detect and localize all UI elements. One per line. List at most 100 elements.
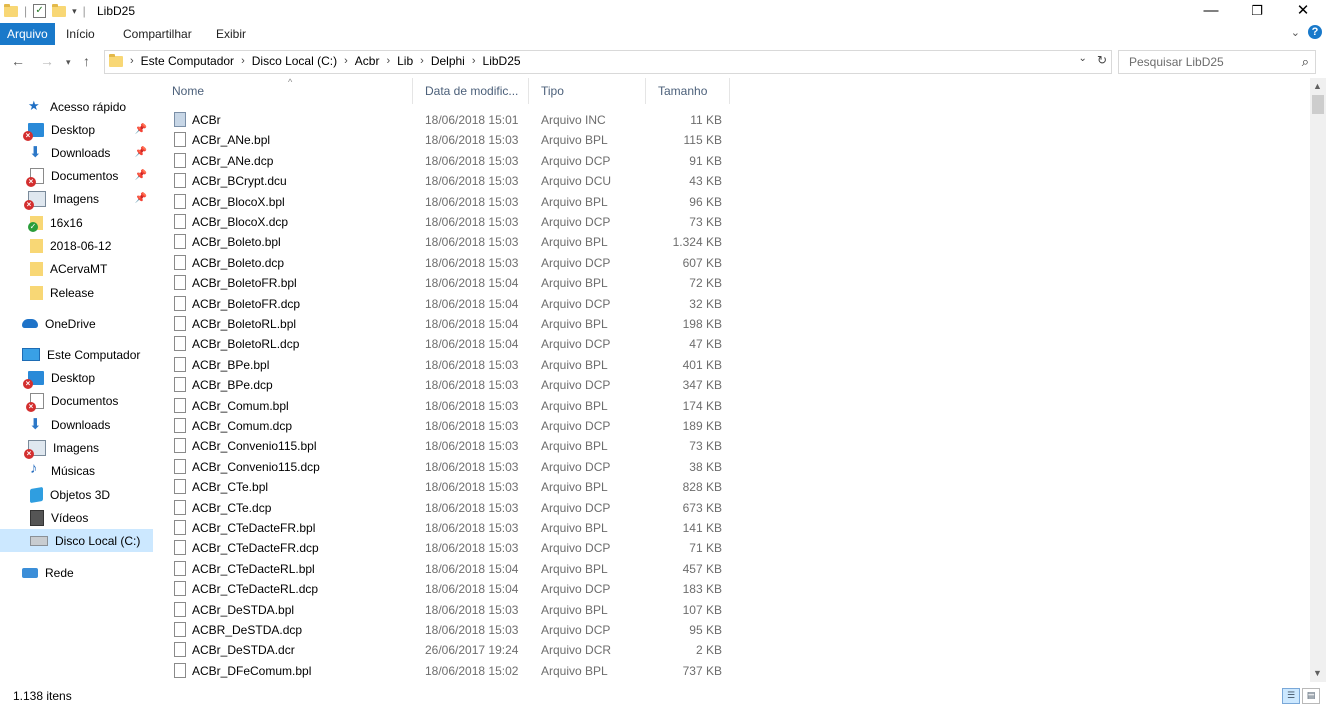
pin-icon[interactable]: 📌 bbox=[135, 170, 147, 181]
file-icon bbox=[174, 418, 186, 433]
file-row[interactable]: ACBr_DeSTDA.dcr 26/06/2017 19:24 Arquivo D… bbox=[160, 640, 730, 660]
vertical-scrollbar[interactable]: ▲ ▼ bbox=[1310, 78, 1326, 682]
breadcrumb-este-computador[interactable]: Este Computador bbox=[141, 54, 234, 68]
file-row[interactable]: ACBr_DFeComum.bpl 18/06/2018 15:02 Arquivo… bbox=[160, 661, 730, 681]
file-row[interactable]: ACBr 18/06/2018 15:01 Arquivo INC 11 KB bbox=[160, 110, 730, 130]
up-arrow-icon[interactable]: ↑ bbox=[83, 53, 90, 69]
breadcrumb-chevron-icon[interactable]: › bbox=[472, 55, 476, 67]
file-row[interactable]: ACBR_DeSTDA.dcp 18/06/2018 15:03 Arquivo D… bbox=[160, 620, 730, 640]
file-row[interactable]: ACBr_CTeDacteFR.dcp 18/06/2018 15:03 Arqui… bbox=[160, 538, 730, 558]
nav-item-desktop[interactable]: × Desktop bbox=[0, 366, 153, 389]
nav-item-documentos-pinned[interactable]: × Documentos 📌 bbox=[0, 164, 153, 187]
tab-compartilhar[interactable]: Compartilhar bbox=[116, 23, 199, 45]
breadcrumb-disco-local[interactable]: Disco Local (C:) bbox=[252, 54, 337, 68]
file-row[interactable]: ACBr_ANe.bpl 18/06/2018 15:03 Arquivo BPL 1… bbox=[160, 130, 730, 150]
tab-inicio[interactable]: Início bbox=[59, 23, 102, 45]
file-row[interactable]: ACBr_BoletoFR.bpl 18/06/2018 15:04 Arquivo… bbox=[160, 273, 730, 293]
scroll-up-arrow-icon[interactable]: ▲ bbox=[1313, 81, 1322, 91]
breadcrumb-chevron-icon[interactable]: › bbox=[420, 55, 424, 67]
file-row[interactable]: ACBr_BlocoX.bpl 18/06/2018 15:03 Arquivo B… bbox=[160, 192, 730, 212]
customize-toolbar-icon[interactable]: ▾ bbox=[72, 6, 77, 17]
file-row[interactable]: ACBr_BoletoFR.dcp 18/06/2018 15:04 Arquivo… bbox=[160, 294, 730, 314]
restore-button[interactable]: ❐ bbox=[1234, 0, 1280, 23]
file-date: 18/06/2018 15:04 bbox=[425, 582, 519, 597]
minimize-button[interactable]: — bbox=[1188, 0, 1234, 23]
nav-item-este-computador[interactable]: Este Computador bbox=[0, 343, 153, 366]
nav-item-downloads-pinned[interactable]: Downloads 📌 bbox=[0, 141, 153, 164]
nav-item-imagens-pinned[interactable]: × Imagens 📌 bbox=[0, 187, 153, 210]
nav-item-release[interactable]: Release bbox=[0, 281, 153, 304]
file-row[interactable]: ACBr_Convenio115.dcp 18/06/2018 15:03 Arqu… bbox=[160, 457, 730, 477]
nav-item-documentos[interactable]: × Documentos bbox=[0, 389, 153, 412]
recent-locations-chevron-icon[interactable]: ▾ bbox=[66, 57, 71, 68]
breadcrumb-delphi[interactable]: Delphi bbox=[431, 54, 465, 68]
column-header-size[interactable]: Tamanho bbox=[646, 78, 730, 104]
properties-check-icon[interactable]: ✓ bbox=[33, 4, 47, 18]
nav-item-videos[interactable]: Vídeos bbox=[0, 506, 153, 529]
large-icons-view-icon[interactable]: ▤ bbox=[1302, 688, 1320, 704]
nav-item-desktop-pinned[interactable]: × Desktop 📌 bbox=[0, 118, 153, 141]
nav-item-onedrive[interactable]: OneDrive bbox=[0, 312, 153, 335]
file-row[interactable]: ACBr_Boleto.dcp 18/06/2018 15:03 Arquivo D… bbox=[160, 253, 730, 273]
file-row[interactable]: ACBr_BoletoRL.bpl 18/06/2018 15:04 Arquivo… bbox=[160, 314, 730, 334]
breadcrumb-chevron-icon[interactable]: › bbox=[386, 55, 390, 67]
scroll-down-arrow-icon[interactable]: ▼ bbox=[1313, 668, 1322, 678]
file-row[interactable]: ACBr_CTeDacteRL.bpl 18/06/2018 15:04 Arqui… bbox=[160, 559, 730, 579]
pin-icon[interactable]: 📌 bbox=[135, 124, 147, 135]
file-row[interactable]: ACBr_Boleto.bpl 18/06/2018 15:03 Arquivo B… bbox=[160, 232, 730, 252]
file-name: ACBr_BoletoRL.dcp bbox=[192, 337, 300, 352]
breadcrumb-libd25[interactable]: LibD25 bbox=[483, 54, 521, 68]
column-header-name[interactable]: ^ Nome bbox=[160, 78, 413, 104]
nav-item-downloads[interactable]: Downloads bbox=[0, 413, 153, 436]
scrollbar-thumb[interactable] bbox=[1312, 95, 1324, 114]
file-row[interactable]: ACBr_BPe.dcp 18/06/2018 15:03 Arquivo DCP 3… bbox=[160, 375, 730, 395]
back-arrow-icon[interactable]: ← bbox=[11, 53, 25, 69]
file-date: 18/06/2018 15:03 bbox=[425, 153, 519, 168]
column-header-date[interactable]: Data de modific... bbox=[413, 78, 529, 104]
file-row[interactable]: ACBr_CTe.dcp 18/06/2018 15:03 Arquivo DCP 6… bbox=[160, 498, 730, 518]
tab-arquivo[interactable]: Arquivo bbox=[0, 23, 55, 45]
breadcrumb-chevron-icon[interactable]: › bbox=[241, 55, 245, 67]
tab-exibir[interactable]: Exibir bbox=[209, 23, 253, 45]
breadcrumb-chevron-icon[interactable]: › bbox=[344, 55, 348, 67]
breadcrumb-chevron-icon[interactable]: › bbox=[130, 55, 134, 67]
forward-arrow-icon[interactable]: → bbox=[40, 53, 54, 69]
refresh-icon[interactable]: ↻ bbox=[1097, 53, 1107, 67]
search-box[interactable]: ⌕ bbox=[1118, 50, 1316, 74]
nav-item-2018-06-12[interactable]: 2018-06-12 bbox=[0, 234, 153, 257]
search-icon[interactable]: ⌕ bbox=[1302, 54, 1309, 70]
help-icon[interactable]: ? bbox=[1308, 25, 1322, 39]
file-row[interactable]: ACBr_CTeDacteRL.dcp 18/06/2018 15:04 Arqui… bbox=[160, 579, 730, 599]
file-row[interactable]: ACBr_DeSTDA.bpl 18/06/2018 15:03 Arquivo B… bbox=[160, 600, 730, 620]
search-input[interactable] bbox=[1127, 54, 1291, 70]
file-row[interactable]: ACBr_Comum.dcp 18/06/2018 15:03 Arquivo DC… bbox=[160, 416, 730, 436]
address-history-chevron-icon[interactable]: ⌄ bbox=[1079, 53, 1087, 67]
pin-icon[interactable]: 📌 bbox=[135, 193, 147, 204]
file-row[interactable]: ACBr_BPe.bpl 18/06/2018 15:03 Arquivo BPL 4… bbox=[160, 355, 730, 375]
file-row[interactable]: ACBr_CTe.bpl 18/06/2018 15:03 Arquivo BPL 8… bbox=[160, 477, 730, 497]
new-folder-icon[interactable] bbox=[52, 3, 67, 17]
close-button[interactable]: ✕ bbox=[1280, 0, 1326, 23]
file-row[interactable]: ACBr_BCrypt.dcu 18/06/2018 15:03 Arquivo D… bbox=[160, 171, 730, 191]
nav-item-objetos-3d[interactable]: Objetos 3D bbox=[0, 483, 153, 506]
column-header-type[interactable]: Tipo bbox=[529, 78, 646, 104]
expand-ribbon-icon[interactable]: ⌄ bbox=[1291, 26, 1300, 39]
file-row[interactable]: ACBr_CTeDacteFR.bpl 18/06/2018 15:03 Arqui… bbox=[160, 518, 730, 538]
file-row[interactable]: ACBr_BoletoRL.dcp 18/06/2018 15:04 Arquivo… bbox=[160, 334, 730, 354]
file-row[interactable]: ACBr_ANe.dcp 18/06/2018 15:03 Arquivo DCP 9… bbox=[160, 151, 730, 171]
address-bar[interactable]: › Este Computador › Disco Local (C:) › A… bbox=[104, 50, 1112, 74]
nav-item-acervamt[interactable]: ACervaMT bbox=[0, 257, 153, 280]
details-view-icon[interactable]: ☰ bbox=[1282, 688, 1300, 704]
file-row[interactable]: ACBr_BlocoX.dcp 18/06/2018 15:03 Arquivo D… bbox=[160, 212, 730, 232]
pin-icon[interactable]: 📌 bbox=[135, 147, 147, 158]
breadcrumb-acbr[interactable]: Acbr bbox=[355, 54, 380, 68]
nav-item-musicas[interactable]: Músicas bbox=[0, 459, 153, 482]
nav-item-imagens[interactable]: × Imagens bbox=[0, 436, 153, 459]
file-row[interactable]: ACBr_Convenio115.bpl 18/06/2018 15:03 Arqu… bbox=[160, 436, 730, 456]
file-row[interactable]: ACBr_Comum.bpl 18/06/2018 15:03 Arquivo BP… bbox=[160, 396, 730, 416]
nav-item-acesso-rapido[interactable]: Acesso rápido bbox=[0, 95, 153, 118]
nav-item-16x16[interactable]: ✓ 16x16 bbox=[0, 211, 153, 234]
breadcrumb-lib[interactable]: Lib bbox=[397, 54, 413, 68]
nav-item-disco-local[interactable]: Disco Local (C:) bbox=[0, 529, 153, 552]
nav-item-rede[interactable]: Rede bbox=[0, 561, 153, 584]
